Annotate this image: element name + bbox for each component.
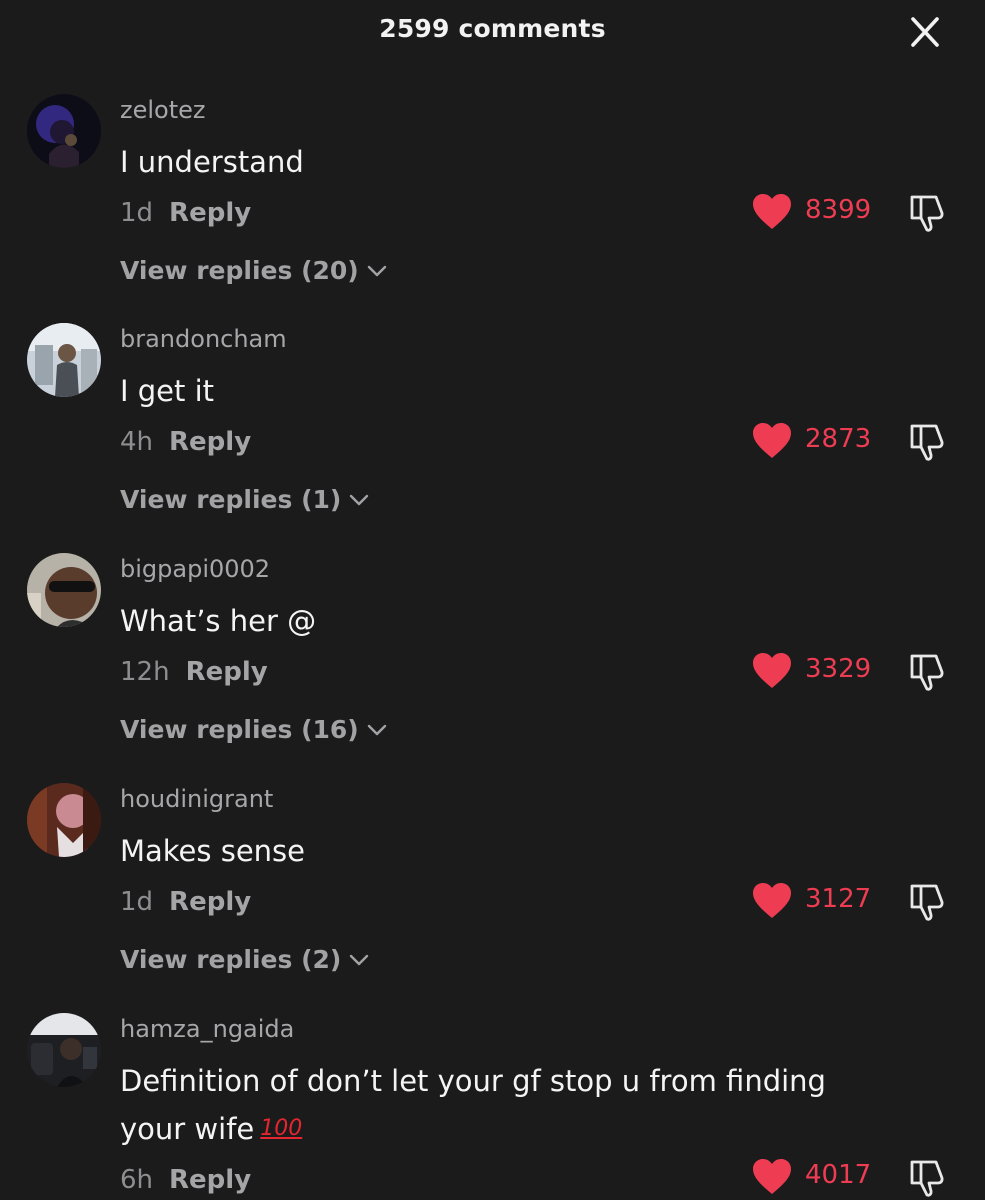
heart-icon — [753, 1159, 791, 1194]
avatar[interactable] — [27, 323, 101, 397]
comment-text: Makes sense — [120, 834, 306, 868]
comments-count-title: 2599 comments — [379, 14, 606, 43]
dislike-button[interactable] — [906, 1158, 952, 1198]
avatar[interactable] — [27, 94, 101, 168]
comment-time: 1d — [120, 198, 154, 228]
view-replies-button[interactable]: View replies (20) — [120, 254, 387, 285]
comment-time: 4h — [120, 427, 154, 457]
chevron-down-icon — [367, 254, 387, 283]
like-count: 3127 — [805, 884, 872, 914]
view-replies-label: View replies (20) — [120, 256, 359, 285]
comment-username[interactable]: brandoncham — [120, 325, 287, 353]
dislike-button[interactable] — [906, 652, 952, 692]
comment-text: I understand — [120, 145, 304, 179]
comment-text: Definition of don’t let your gf stop u f… — [120, 1057, 880, 1153]
like-count: 8399 — [805, 195, 872, 225]
heart-icon — [753, 883, 791, 918]
thumbs-down-icon — [910, 884, 944, 921]
comment-meta: 12h Reply — [120, 657, 268, 687]
comment-time: 12h — [120, 657, 170, 687]
comment-time: 6h — [120, 1165, 154, 1195]
comments-header: 2599 comments — [0, 0, 985, 62]
hundred-points-emoji-icon: 100 — [260, 1116, 303, 1141]
like-count: 3329 — [805, 654, 872, 684]
chevron-down-icon — [367, 713, 387, 742]
heart-icon — [753, 423, 791, 458]
view-replies-button[interactable]: View replies (2) — [120, 943, 369, 974]
view-replies-label: View replies (16) — [120, 715, 359, 744]
view-replies-button[interactable]: View replies (16) — [120, 713, 387, 744]
view-replies-label: View replies (2) — [120, 945, 342, 974]
like-count: 2873 — [805, 424, 872, 454]
comment-text: I get it — [120, 374, 215, 408]
dislike-button[interactable] — [906, 193, 952, 233]
like-count: 4017 — [805, 1160, 872, 1190]
comment-time: 1d — [120, 887, 154, 917]
reply-button[interactable]: Reply — [169, 427, 251, 457]
view-replies-button[interactable]: View replies (1) — [120, 483, 369, 514]
chevron-down-icon — [349, 943, 369, 972]
comment-username[interactable]: zelotez — [120, 96, 206, 124]
avatar[interactable] — [27, 553, 101, 627]
thumbs-down-icon — [910, 195, 944, 232]
chevron-down-icon — [349, 483, 369, 512]
reply-button[interactable]: Reply — [186, 657, 268, 687]
reply-button[interactable]: Reply — [169, 1165, 251, 1195]
view-replies-label: View replies (1) — [120, 485, 342, 514]
comment-meta: 4h Reply — [120, 427, 251, 457]
comment-meta: 6h Reply — [120, 1165, 251, 1195]
avatar[interactable] — [27, 1013, 101, 1087]
comment-username[interactable]: houdinigrant — [120, 785, 273, 813]
comment-text-body: Definition of don’t let your gf stop u f… — [120, 1064, 826, 1146]
comment-username[interactable]: bigpapi0002 — [120, 555, 270, 583]
heart-icon — [753, 194, 791, 229]
close-icon — [911, 17, 939, 47]
dislike-button[interactable] — [906, 882, 952, 922]
thumbs-down-icon — [910, 654, 944, 691]
thumbs-down-icon — [910, 1160, 944, 1197]
reply-button[interactable]: Reply — [169, 887, 251, 917]
comment-text: What’s her @ — [120, 604, 317, 638]
reply-button[interactable]: Reply — [169, 198, 251, 228]
close-button[interactable] — [902, 10, 948, 56]
heart-icon — [753, 653, 791, 688]
dislike-button[interactable] — [906, 422, 952, 462]
avatar[interactable] — [27, 783, 101, 857]
thumbs-down-icon — [910, 424, 944, 461]
comment-username[interactable]: hamza_ngaida — [120, 1015, 294, 1043]
comment-meta: 1d Reply — [120, 887, 251, 917]
comment-meta: 1d Reply — [120, 198, 251, 228]
